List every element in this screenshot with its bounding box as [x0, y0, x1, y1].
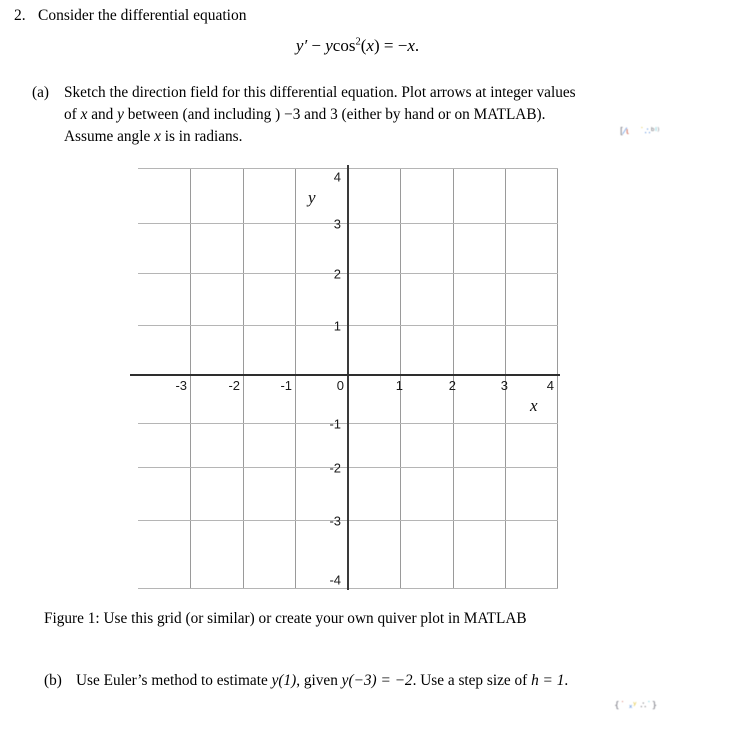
y-tick-label-3: 3 — [333, 216, 341, 232]
part-a-line3-suffix: is in radians. — [160, 128, 243, 146]
part-a: (a) Sketch the direction field for this … — [32, 82, 704, 148]
equation-period: . — [414, 36, 420, 55]
problem-number: 2. — [14, 7, 26, 24]
gridline-vertical-x-neg2 — [243, 168, 244, 589]
y-tick-label-neg1: -1 — [329, 416, 341, 432]
equation-rhs-variable: x — [407, 36, 415, 55]
x-tick-label-neg1: -1 — [280, 378, 292, 393]
y-axis-line — [347, 165, 349, 590]
part-a-line3-prefix: Assume angle — [64, 128, 155, 146]
part-a-angle-variable-x: x — [154, 128, 161, 146]
y-tick-label-neg2: -2 — [329, 460, 341, 476]
handwriting-artifact-b: {˙ ₓʸ ∴˙} — [614, 701, 658, 711]
differential-equation: y′ − ycos2(x) = −x. — [0, 36, 715, 56]
figure-caption: Figure 1: Use this grid (or similar) or … — [44, 610, 527, 627]
problem-stem-text: Consider the differential equation — [38, 7, 247, 24]
x-tick-label-neg2: -2 — [228, 378, 240, 393]
direction-field-grid: -3 -2 -1 0 1 2 3 4 4 3 2 1 -1 -2 -3 -4 y… — [130, 165, 560, 590]
y-tick-label-neg4: -4 — [329, 572, 341, 588]
x-axis-label: x — [530, 396, 538, 415]
gridline-vertical-x-neg1 — [295, 168, 296, 589]
x-tick-label-1: 1 — [395, 378, 403, 393]
x-axis-line — [130, 374, 560, 376]
part-b-label: (b) — [44, 672, 62, 689]
part-a-line-2: of x and y between (and including ) −3 a… — [64, 104, 704, 126]
part-a-line2-middle: and — [87, 106, 118, 124]
part-a-line2-prefix: of — [64, 106, 81, 124]
part-b-text-middle: , given — [296, 672, 342, 689]
problem-statement: 2. Consider the differential equation — [14, 6, 729, 27]
part-a-line2-suffix: between (and including ) −3 and 3 (eithe… — [123, 106, 546, 124]
handwriting-artifact-a: [⁄ɩ ˙∴ᵇˡ⁾ — [620, 127, 660, 137]
part-b-body: Use Euler’s method to estimate y(1), giv… — [76, 672, 724, 690]
equation-close-paren: ) — [373, 36, 380, 55]
equation-rhs-minus: − — [397, 36, 408, 55]
part-a-line-3: Assume angle x is in radians. — [64, 126, 704, 148]
y-tick-label-neg3: -3 — [329, 513, 341, 529]
part-b-step-size: h = 1 — [531, 672, 565, 689]
part-b-text-suffix: . Use a step size of — [412, 672, 532, 689]
gridline-vertical-x-4 — [557, 168, 558, 589]
equation-cos-function: cos — [332, 36, 356, 55]
x-tick-label-2: 2 — [448, 378, 456, 393]
x-tick-label-3: 3 — [500, 378, 508, 393]
equation-equals-sign: = — [383, 36, 394, 55]
gridline-vertical-x-neg3 — [190, 168, 191, 589]
part-a-variable-y: y — [117, 106, 124, 124]
part-b-y-of-1: y(1) — [271, 672, 297, 689]
equation-prime-mark: ′ — [303, 36, 308, 55]
y-axis-label: y — [308, 188, 316, 207]
equation-y-factor: y — [325, 36, 333, 55]
y-tick-label-1: 1 — [333, 318, 341, 334]
part-a-body: Sketch the direction field for this diff… — [64, 82, 704, 148]
part-a-label: (a) — [32, 84, 49, 101]
part-b: (b) Use Euler’s method to estimate y(1),… — [44, 672, 724, 690]
part-b-text-prefix: Use Euler’s method to estimate — [76, 672, 272, 689]
equation-cos-argument: x — [366, 36, 374, 55]
x-tick-label-4: 4 — [546, 378, 554, 393]
part-b-initial-condition: y(−3) = −2 — [341, 672, 413, 689]
x-tick-label-neg3: -3 — [175, 378, 187, 393]
equation-minus-operator: − — [311, 36, 321, 55]
x-tick-label-0: 0 — [336, 378, 344, 393]
part-a-line-1: Sketch the direction field for this diff… — [64, 84, 576, 101]
part-b-period: . — [564, 672, 569, 689]
y-tick-label-2: 2 — [333, 266, 341, 282]
y-tick-label-4: 4 — [333, 169, 341, 185]
problem-stem-row: 2. Consider the differential equation — [14, 6, 729, 27]
